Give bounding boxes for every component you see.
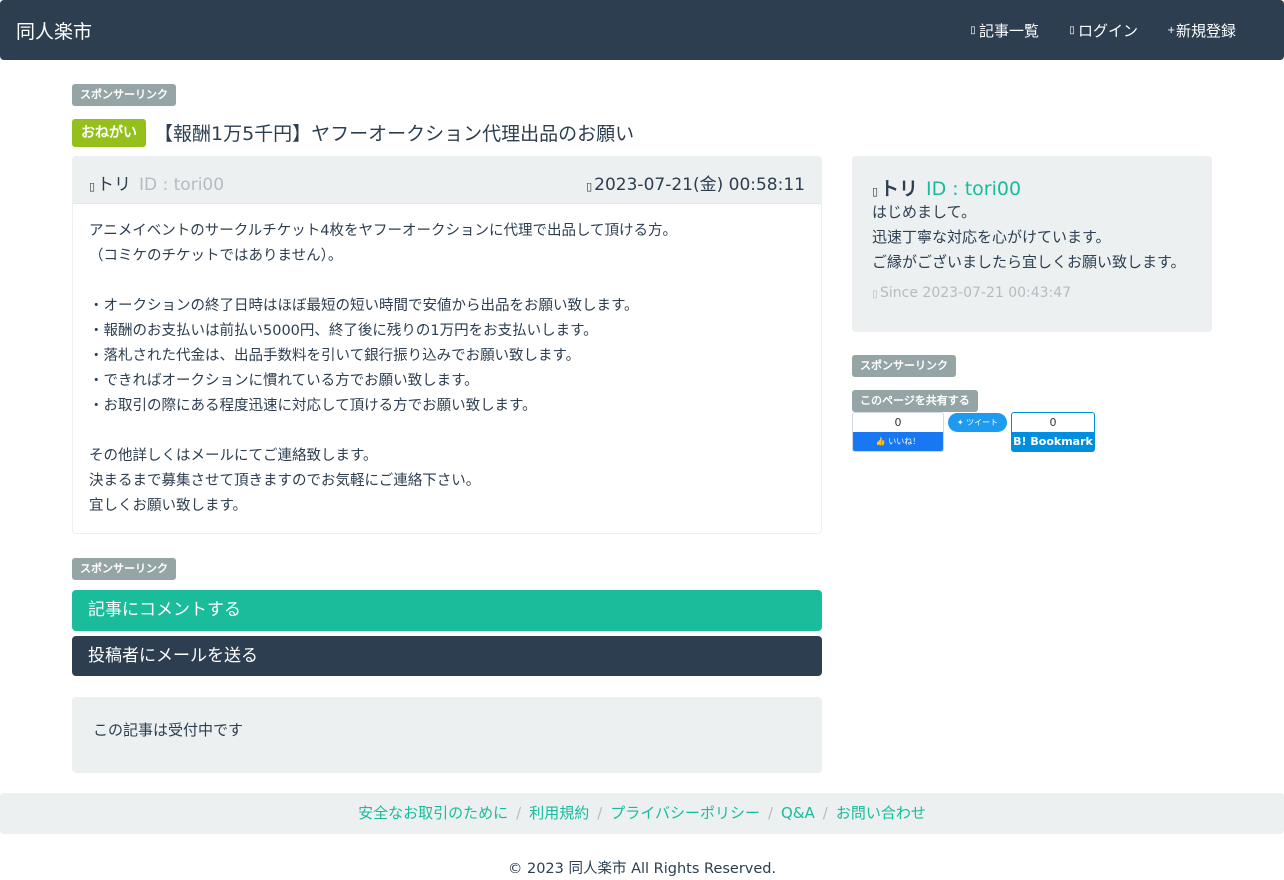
footer-link-terms[interactable]: 利用規約 (529, 804, 589, 822)
post-tag-badge: おねがい (72, 119, 146, 147)
facebook-like-label: いいね！ (888, 437, 921, 446)
body-line (89, 269, 805, 294)
body-line: ・オークションの終了日時はほぼ最短の短い時間で安値から出品をお願い致します。 (89, 298, 639, 314)
body-line: ・落札された代金は、出品手数料を引いて銀行振り込みでお願い致します。 (89, 348, 581, 364)
hatena-bookmark-count: 0 (1049, 416, 1057, 429)
nav-article-list-label: 記事一覧 (979, 22, 1040, 40)
footer-link-privacy[interactable]: プライバシーポリシー (610, 804, 760, 822)
sponsor-label-top: スポンサーリンク (72, 84, 176, 106)
post-date-text: 2023-07-21(金) 00:58:11 (594, 175, 805, 195)
nav-register[interactable]: + 新規登録 (1167, 20, 1236, 41)
nav-article-list[interactable]: ▯ 記事一覧 (970, 20, 1039, 41)
author-name: トリ (97, 175, 131, 195)
clock-icon: ▯ (586, 180, 593, 193)
footer-link-safety[interactable]: 安全なお取引のために (358, 804, 508, 822)
nav-login[interactable]: ▯ ログイン (1069, 20, 1138, 41)
body-line: その他詳しくはメールにてご連絡致します。 (89, 448, 378, 464)
post-author[interactable]: ▯ トリ ID : tori00 (89, 170, 224, 195)
tweet-button[interactable]: ✦ ツイート (948, 413, 1007, 432)
article-header: ▯ トリ ID : tori00 ▯ 2023-07-21(金) 00:58:1… (73, 157, 821, 204)
comment-button[interactable]: 記事にコメントする (72, 590, 822, 631)
post-status: この記事は受付中です (72, 697, 822, 773)
body-line: 宜しくお願い致します。 (89, 498, 248, 514)
footer-separator: / (767, 804, 774, 822)
list-icon: ▯ (970, 25, 976, 36)
author-profile-card: ▯ トリ ID : tori00 はじめまして。 迅速丁寧な対応を心がけています… (852, 156, 1212, 332)
copyright: © 2023 同人楽市 All Rights Reserved. (507, 861, 777, 877)
profile-intro-line: はじめまして。 (872, 203, 977, 221)
hatena-bookmark-button[interactable]: B! Bookmark (1012, 432, 1094, 451)
thumbs-up-icon: 👍 (875, 437, 886, 446)
footer-separator: / (516, 804, 522, 822)
body-line (89, 419, 805, 444)
plus-icon: + (1167, 25, 1176, 36)
share-label: このページを共有する (852, 390, 978, 412)
footer-link-qa[interactable]: Q&A (781, 804, 815, 822)
body-line: アニメイベントのサークルチケット4枚をヤフーオークションに代理で出品して頂ける方… (89, 223, 678, 239)
profile-intro-line: ご縁がございましたら宜しくお願い致します。 (872, 253, 1186, 271)
body-line: 決まるまで募集させて頂きますのでお気軽にご連絡下さい。 (89, 473, 481, 489)
user-icon: ▯ (89, 180, 96, 193)
footer-links: 安全なお取引のために / 利用規約 / プライバシーポリシー / Q&A / お問い合わせ (0, 793, 1284, 834)
profile-intro-line: 迅速丁寧な対応を心がけています。 (872, 228, 1111, 246)
post-date: ▯ 2023-07-21(金) 00:58:11 (586, 170, 805, 195)
sponsor-label-sidebar: スポンサーリンク (852, 355, 956, 377)
nav-login-label: ログイン (1078, 22, 1139, 40)
clock-icon: ▯ (872, 289, 878, 300)
body-line: ・できればオークションに慣れている方でお願い致します。 (89, 373, 479, 389)
footer-separator: / (597, 804, 603, 822)
hatena-bookmark-widget[interactable]: 0 B! Bookmark (1011, 412, 1095, 452)
body-line: （コミケのチケットではありません）。 (89, 248, 343, 264)
author-id: ID : tori00 (139, 175, 225, 195)
send-mail-button[interactable]: 投稿者にメールを送る (72, 636, 822, 676)
body-line: ・報酬のお支払いは前払い5000円、終了後に残りの1万円をお支払いします。 (89, 323, 598, 339)
body-line: ・お取引の際にある程度迅速に対応して頂ける方でお願い致します。 (89, 398, 537, 414)
article-panel: ▯ トリ ID : tori00 ▯ 2023-07-21(金) 00:58:1… (72, 156, 822, 534)
navbar: 同人楽市 ▯ 記事一覧 ▯ ログイン + 新規登録 (0, 0, 1284, 60)
footer-separator: / (822, 804, 828, 822)
post-title: 【報酬1万5千円】ヤフーオークション代理出品のお願い (154, 123, 635, 145)
facebook-like-button[interactable]: 👍 いいね！ (853, 432, 943, 451)
profile-name: トリ (880, 178, 919, 200)
article-body: アニメイベントのサークルチケット4枚をヤフーオークションに代理で出品して頂ける方… (73, 204, 821, 534)
twitter-bird-icon: ✦ (956, 418, 964, 427)
user-icon: ▯ (872, 185, 879, 198)
footer-link-contact[interactable]: お問い合わせ (836, 804, 926, 822)
profile-name-row: ▯ トリ ID : tori00 (872, 174, 1192, 200)
tweet-button-label: ツイート (966, 418, 999, 427)
sponsor-label-article: スポンサーリンク (72, 558, 176, 580)
post-status-text: この記事は受付中です (93, 721, 244, 739)
facebook-like-count: 0 (894, 416, 902, 429)
profile-id-link[interactable]: ID : tori00 (926, 178, 1021, 200)
login-icon: ▯ (1069, 25, 1075, 36)
brand-logo[interactable]: 同人楽市 (16, 17, 92, 44)
profile-since-text: Since 2023-07-21 00:43:47 (880, 285, 1072, 301)
nav-register-label: 新規登録 (1176, 22, 1237, 40)
facebook-like-widget[interactable]: 0 👍 いいね！ (852, 412, 944, 452)
profile-since: ▯ Since 2023-07-21 00:43:47 (872, 285, 1192, 301)
